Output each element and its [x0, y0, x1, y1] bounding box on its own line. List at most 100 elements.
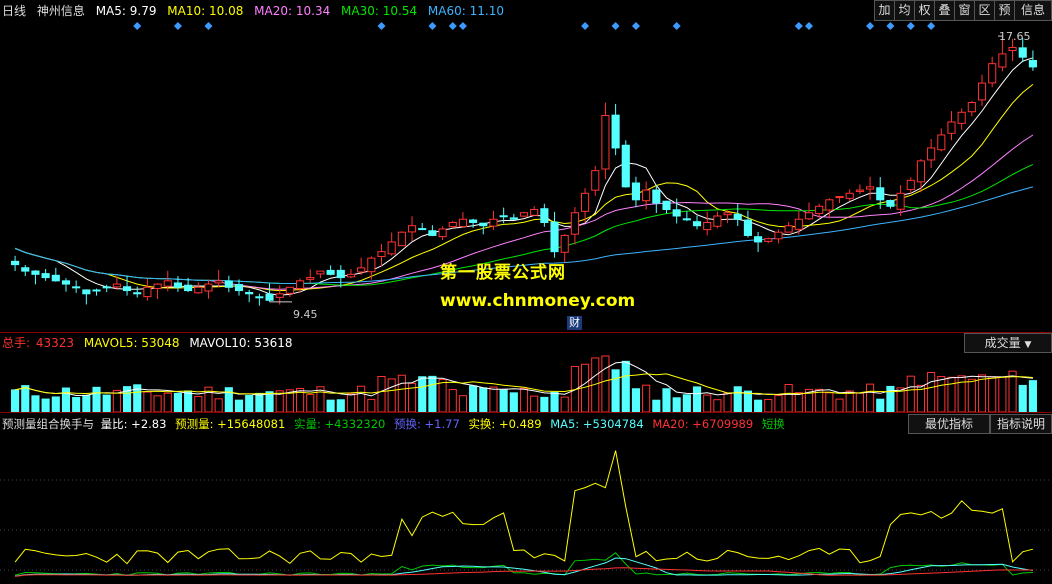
volume-bar: [357, 385, 366, 412]
signal-diamond: [133, 22, 142, 30]
candle-body: [998, 53, 1007, 68]
volume-bar: [214, 398, 223, 412]
candle-body: [977, 82, 987, 101]
volume-bar: [11, 389, 20, 412]
candle-body: [11, 260, 20, 266]
candle-body: [173, 282, 183, 288]
candle-body: [774, 231, 783, 240]
candle-body: [1018, 47, 1027, 58]
volume-bar: [265, 391, 274, 412]
signal-diamond: [804, 22, 813, 30]
volume-bar: [947, 376, 956, 412]
signal-diamond: [886, 22, 895, 30]
volume-bar: [153, 395, 162, 412]
candle-body: [418, 228, 427, 231]
toolbar-add-button[interactable]: 加: [874, 0, 894, 21]
forecast-volume-line: [14, 450, 1034, 565]
toolbar-range-button[interactable]: 区: [974, 0, 994, 21]
candle-body: [815, 205, 824, 215]
volume-bar: [41, 398, 50, 412]
toolbar-forecast-button[interactable]: 预: [994, 0, 1014, 21]
volume-bar: [61, 387, 71, 412]
candle-body: [224, 280, 233, 288]
price-chart[interactable]: [0, 20, 1052, 332]
high-price-label: 17.65: [999, 30, 1031, 43]
volume-bar: [143, 391, 152, 412]
forecast-turnover-value: 预换: +1.77: [394, 417, 460, 431]
volume-header: 总手: 43323 MAVOL5: 53048 MAVOL10: 53618: [2, 335, 299, 351]
candle-body: [703, 221, 712, 231]
candle-body: [906, 179, 915, 191]
signal-diamond: [173, 22, 182, 30]
volume-bar: [845, 390, 854, 412]
candle-body: [387, 241, 396, 255]
candle-body: [285, 286, 294, 294]
event-marker[interactable]: 财: [567, 316, 582, 330]
volume-bar: [509, 392, 518, 412]
candle-body: [876, 187, 885, 201]
best-indicator-button[interactable]: 最优指标: [908, 414, 990, 434]
volume-bar: [387, 378, 396, 412]
volume-bar: [865, 383, 875, 412]
candle-body: [21, 267, 30, 272]
toolbar-overlay-button[interactable]: 叠: [934, 0, 954, 21]
watermark-url: www.chnmoney.com: [440, 291, 636, 311]
candle-body: [825, 199, 834, 211]
price-header: 日线 神州信息 MA5: 9.79 MA10: 10.08 MA20: 10.3…: [2, 3, 511, 19]
candle-body: [122, 286, 132, 292]
actual-turnover-value: 实换: +0.489: [468, 417, 542, 431]
signal-diamond: [631, 22, 640, 30]
volume-indicator-select[interactable]: 成交量 ▼: [964, 333, 1052, 353]
volume-bar: [377, 375, 386, 412]
volume-bar: [703, 394, 712, 412]
candle-body: [377, 251, 386, 258]
candle-body: [275, 293, 284, 298]
volume-value: 43323: [35, 336, 75, 350]
indicator-help-button[interactable]: 指标说明: [990, 414, 1052, 434]
indicator-chart[interactable]: [0, 432, 1052, 584]
volume-bar: [794, 392, 803, 412]
candle-body: [1028, 60, 1037, 68]
candle-body: [957, 111, 966, 124]
mavol10-value: MAVOL10: 53618: [189, 336, 293, 350]
candle-body: [723, 212, 732, 216]
candle-body: [713, 215, 722, 227]
volume-bar: [733, 386, 742, 412]
toolbar-info-button[interactable]: 信息: [1014, 0, 1052, 21]
candle-body: [184, 284, 193, 292]
volume-bar: [438, 378, 447, 412]
candle-body: [245, 291, 254, 295]
candle-body: [499, 215, 508, 218]
indicator-name: 预测量组合换手与: [2, 417, 94, 431]
candle-body: [428, 230, 437, 236]
volume-bar: [234, 399, 244, 412]
volume-bar: [540, 396, 549, 412]
toolbar-average-button[interactable]: 均: [894, 0, 914, 21]
volume-bar: [184, 390, 193, 412]
volume-bar: [855, 392, 864, 412]
candle-body: [886, 200, 895, 207]
volume-bar: [448, 389, 457, 412]
candle-body: [764, 238, 773, 242]
volume-bar: [876, 398, 885, 412]
toolbar-rights-button[interactable]: 权: [914, 0, 934, 21]
candle-body: [41, 273, 50, 279]
candle-body: [469, 219, 478, 223]
candle-body: [82, 289, 91, 295]
period-label[interactable]: 日线: [2, 4, 26, 18]
volume-chart[interactable]: [0, 352, 1052, 412]
volume-bar: [72, 397, 81, 412]
candle-body: [346, 273, 356, 278]
candle-body: [967, 102, 976, 113]
volume-bar: [835, 398, 844, 412]
toolbar-window-button[interactable]: 窗: [954, 0, 974, 21]
volume-bar: [194, 395, 203, 412]
candle-body: [784, 225, 793, 233]
volume-bar: [346, 393, 356, 412]
volume-bar: [988, 376, 997, 412]
candle-body: [61, 280, 71, 285]
candle-body: [927, 147, 936, 161]
candle-body: [112, 283, 121, 288]
candle-body: [438, 228, 447, 238]
signal-diamond: [906, 22, 915, 30]
